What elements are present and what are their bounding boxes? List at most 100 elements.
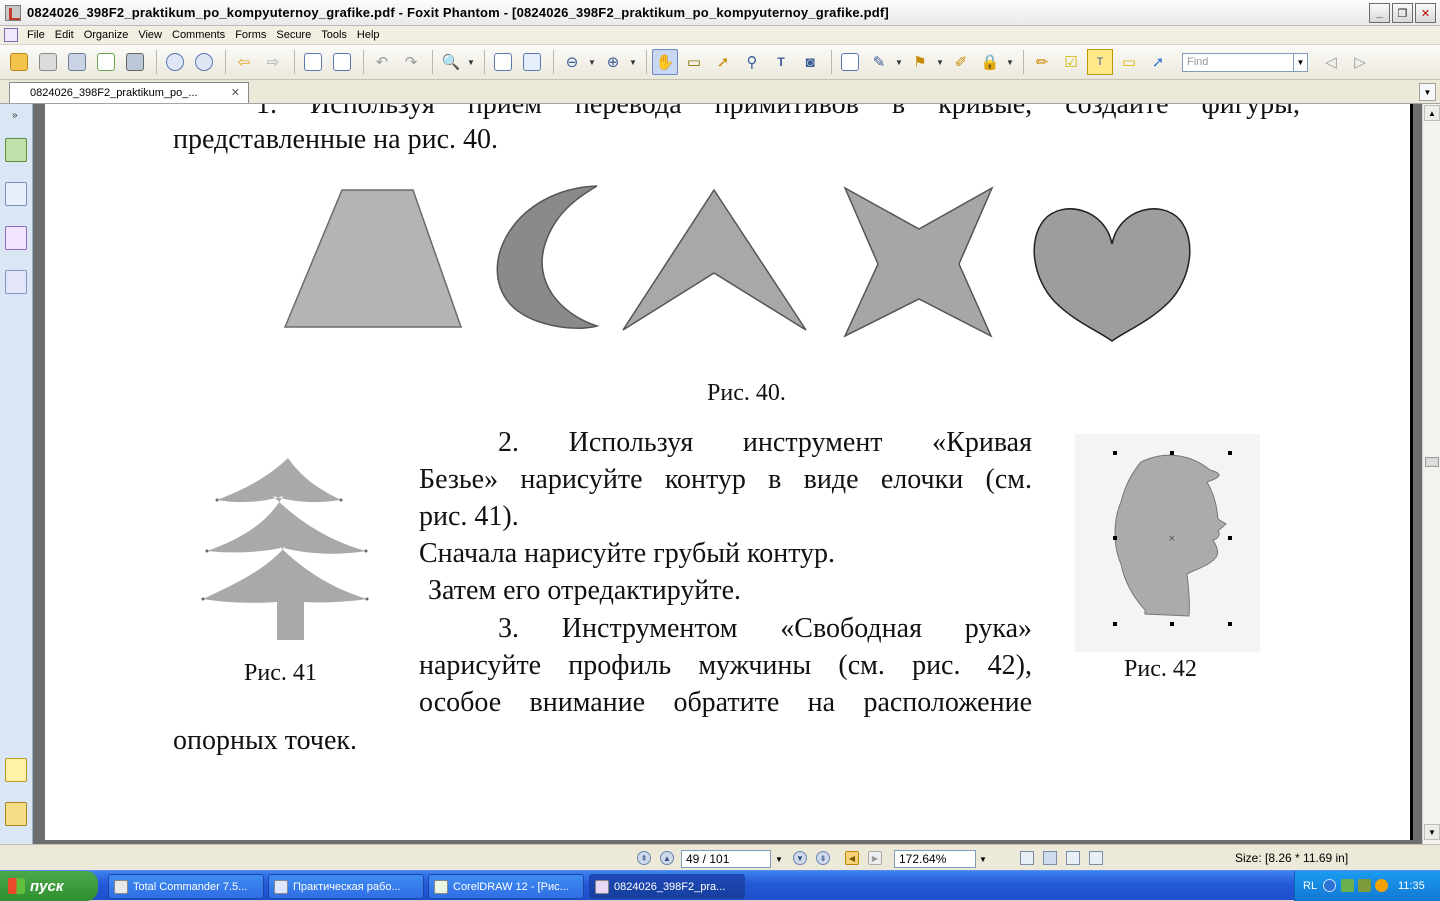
menu-comments[interactable]: Comments xyxy=(169,29,232,41)
selection-handle[interactable] xyxy=(1113,536,1117,540)
expand-panel-icon[interactable]: » xyxy=(12,110,18,121)
save-icon[interactable] xyxy=(35,49,61,75)
restore-button[interactable]: ❐ xyxy=(1392,3,1413,23)
comment-icon[interactable]: ▭ xyxy=(1116,49,1142,75)
signatures-icon[interactable] xyxy=(5,226,27,250)
arrow-icon[interactable]: ➚ xyxy=(1145,49,1171,75)
attachments-icon[interactable] xyxy=(5,802,27,826)
note-icon[interactable]: ✏ xyxy=(1029,49,1055,75)
last-page-icon[interactable]: ⇟ xyxy=(816,851,830,865)
network-icon[interactable] xyxy=(1341,879,1354,892)
typewriter-dropdown-icon[interactable]: ▼ xyxy=(895,58,903,67)
task-word-document[interactable]: Практическая рабо... xyxy=(268,874,424,899)
menu-tools[interactable]: Tools xyxy=(318,29,354,41)
back-icon[interactable]: ⇦ xyxy=(231,49,257,75)
zoom-dropdown-icon[interactable]: ▼ xyxy=(467,58,475,67)
language-indicator[interactable]: RL xyxy=(1303,880,1317,892)
facing-view-icon[interactable] xyxy=(1066,851,1080,865)
page-number-input[interactable]: 49 / 101 xyxy=(681,850,771,868)
pencil-icon[interactable]: ✐ xyxy=(948,49,974,75)
next-page-status-icon[interactable]: ▼ xyxy=(793,851,807,865)
prev-page-icon[interactable] xyxy=(162,49,188,75)
zoom-in-icon[interactable]: ⊕ xyxy=(600,49,626,75)
zoom-select-dropdown-icon[interactable]: ▼ xyxy=(975,850,991,868)
continuous-view-icon[interactable] xyxy=(1043,851,1057,865)
page-dropdown-icon[interactable]: ▼ xyxy=(771,850,787,868)
textbox-icon[interactable]: T xyxy=(1087,49,1113,75)
stamp-dropdown-icon[interactable]: ▼ xyxy=(936,58,944,67)
email-icon[interactable] xyxy=(93,49,119,75)
fit-width-icon[interactable] xyxy=(519,49,545,75)
zoom-out-icon[interactable]: ⊖ xyxy=(559,49,585,75)
task-total-commander[interactable]: Total Commander 7.5... xyxy=(108,874,264,899)
scroll-down-icon[interactable]: ▼ xyxy=(1424,824,1440,840)
text-select-icon[interactable]: ⚲ xyxy=(739,49,765,75)
zoom-input[interactable]: 172.64% xyxy=(894,850,976,868)
selection-handle[interactable] xyxy=(1113,451,1117,455)
insert-icon[interactable] xyxy=(329,49,355,75)
lock-dropdown-icon[interactable]: ▼ xyxy=(1006,58,1014,67)
forward-status-icon[interactable]: ▶ xyxy=(868,851,882,865)
open-icon[interactable] xyxy=(6,49,32,75)
back-status-icon[interactable]: ◀ xyxy=(845,851,859,865)
tab-close-icon[interactable]: ✕ xyxy=(231,86,240,99)
scan-icon[interactable] xyxy=(122,49,148,75)
task-coreldraw[interactable]: CorelDRAW 12 - [Рис... xyxy=(428,874,584,899)
task-foxit[interactable]: 0824026_398F2_pra... xyxy=(589,874,745,899)
menu-secure[interactable]: Secure xyxy=(273,29,318,41)
minimize-button[interactable]: _ xyxy=(1369,3,1390,23)
tab-list-dropdown-icon[interactable]: ▼ xyxy=(1419,83,1436,101)
selection-handle[interactable] xyxy=(1113,622,1117,626)
redo-icon[interactable]: ↷ xyxy=(398,49,424,75)
zoom-icon[interactable]: 🔍 xyxy=(438,49,464,75)
fit-page-icon[interactable] xyxy=(490,49,516,75)
lock-icon[interactable]: 🔒 xyxy=(977,49,1003,75)
reflow-icon[interactable]: ▭ xyxy=(681,49,707,75)
continuous-facing-view-icon[interactable] xyxy=(1089,851,1103,865)
menu-file[interactable]: File xyxy=(24,29,52,41)
find-input[interactable]: Find xyxy=(1182,52,1294,72)
print-icon[interactable] xyxy=(64,49,90,75)
undo-icon[interactable]: ↶ xyxy=(369,49,395,75)
update-icon[interactable] xyxy=(1375,879,1388,892)
first-page-icon[interactable]: ⇞ xyxy=(637,851,651,865)
hand-icon[interactable]: ✋ xyxy=(652,49,678,75)
find-dropdown-icon[interactable]: ▼ xyxy=(1294,52,1308,72)
typewriter-icon[interactable]: ✎ xyxy=(866,49,892,75)
antivirus-icon[interactable] xyxy=(1358,879,1371,892)
next-page-icon[interactable] xyxy=(191,49,217,75)
foxit-app-icon[interactable] xyxy=(5,4,21,21)
selection-handle[interactable] xyxy=(1228,451,1232,455)
menu-organize[interactable]: Organize xyxy=(81,29,136,41)
scroll-thumb[interactable] xyxy=(1425,457,1439,467)
comments-panel-icon[interactable] xyxy=(5,758,27,782)
menu-edit[interactable]: Edit xyxy=(52,29,81,41)
vertical-scrollbar[interactable]: ▲ ▼ xyxy=(1422,104,1440,844)
edit-box-icon[interactable] xyxy=(837,49,863,75)
bookmarks-icon[interactable] xyxy=(5,138,27,162)
pages-icon[interactable] xyxy=(5,182,27,206)
document-viewport[interactable]: 1. Используя прием перевода примитивов в… xyxy=(33,104,1422,844)
menu-view[interactable]: View xyxy=(135,29,169,41)
zoom-in-dropdown-icon[interactable]: ▼ xyxy=(629,58,637,67)
prev-page-status-icon[interactable]: ▲ xyxy=(660,851,674,865)
close-button[interactable]: ✕ xyxy=(1415,3,1436,23)
selection-handle[interactable] xyxy=(1170,622,1174,626)
textbox-select-icon[interactable]: T xyxy=(768,49,794,75)
scroll-up-icon[interactable]: ▲ xyxy=(1424,105,1440,121)
menu-help[interactable]: Help xyxy=(354,29,387,41)
find-next-icon[interactable]: ▷ xyxy=(1347,49,1373,75)
layers-icon[interactable] xyxy=(5,270,27,294)
tray-expand-icon[interactable] xyxy=(1323,879,1336,892)
selection-handle[interactable] xyxy=(1228,536,1232,540)
snapshot-icon[interactable]: ◙ xyxy=(797,49,823,75)
extract-icon[interactable] xyxy=(300,49,326,75)
selection-handle[interactable] xyxy=(1170,451,1174,455)
tab-document[interactable]: 0824026_398F2_praktikum_po_... ✕ xyxy=(9,82,249,103)
zoom-out-dropdown-icon[interactable]: ▼ xyxy=(588,58,596,67)
document-icon[interactable] xyxy=(4,28,18,42)
start-button[interactable]: пуск xyxy=(0,871,98,901)
select-icon[interactable]: ➚ xyxy=(710,49,736,75)
single-page-view-icon[interactable] xyxy=(1020,851,1034,865)
highlight-icon[interactable]: ☑ xyxy=(1058,49,1084,75)
